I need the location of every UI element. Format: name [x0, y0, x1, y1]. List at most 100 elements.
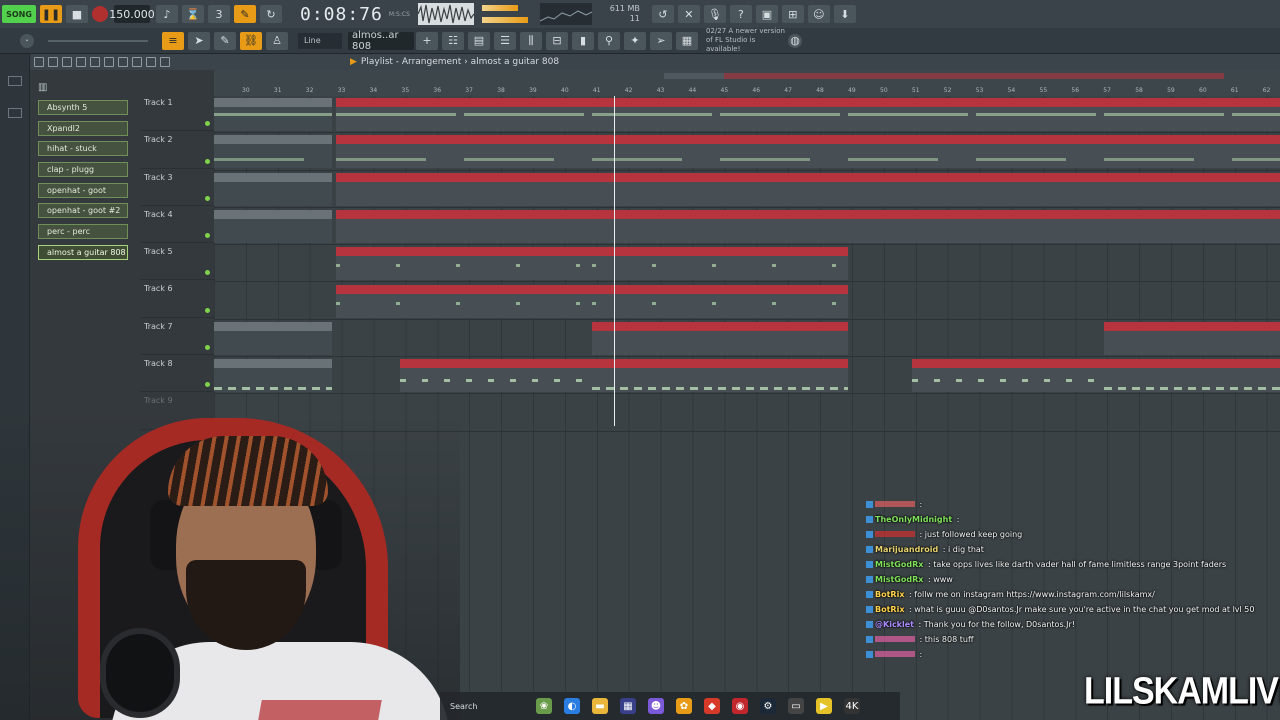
track-active-led[interactable]: [205, 345, 210, 351]
browser-icon[interactable]: ☰: [494, 31, 516, 50]
news-panel[interactable]: 02/27 A newer version of FL Studio is av…: [706, 27, 786, 54]
countdown-icon[interactable]: 3: [208, 5, 230, 23]
pattern-clip[interactable]: hihat - stuck: [592, 172, 848, 206]
track-header[interactable]: Track 7: [140, 318, 214, 356]
horizontal-scrollbar[interactable]: [664, 73, 724, 79]
pattern-select[interactable]: almos..ar 808: [348, 30, 414, 52]
chat-username[interactable]: [875, 651, 915, 657]
song-mode-toggle[interactable]: SONG: [2, 5, 36, 23]
folder-icon[interactable]: [8, 76, 22, 86]
fl-studio-icon[interactable]: ✿: [676, 698, 692, 714]
track-active-led[interactable]: [205, 270, 210, 276]
pattern-clip[interactable]: almost a guitar 808: [912, 359, 1104, 393]
pencil-tool-icon[interactable]: [48, 57, 58, 67]
download-icon[interactable]: ⬇: [833, 5, 856, 23]
pattern-clip[interactable]: clap - plugg: [214, 209, 332, 243]
pattern-clip[interactable]: clap - plugg: [848, 209, 1104, 243]
globe-icon[interactable]: ◍: [788, 33, 802, 48]
pattern-clip[interactable]: Absynth 5: [848, 98, 1104, 131]
chat-username[interactable]: [875, 531, 915, 537]
track-header[interactable]: Track 2: [140, 131, 214, 169]
track-header[interactable]: Track 4: [140, 206, 214, 244]
timeline-ruler[interactable]: 30 31 32 33 34 35 36 37 38 39 40 41 42 43 44 45 46 47 48 49…: [214, 70, 1280, 96]
copilot-icon[interactable]: ◐: [564, 698, 580, 714]
stop-button[interactable]: ■: [66, 5, 88, 23]
pattern-clip[interactable]: hihat - stuck: [336, 172, 592, 206]
pattern-clip[interactable]: perc - perc: [592, 321, 848, 355]
plugin-icon[interactable]: ⊟: [546, 31, 568, 50]
channel-rack-icon[interactable]: ☷: [442, 31, 464, 50]
delete-tool-icon[interactable]: [76, 57, 86, 67]
pattern-clip[interactable]: almost a guitar 808: [592, 359, 848, 393]
pattern-clip[interactable]: openhat - goot: [336, 247, 592, 281]
pattern-clip[interactable]: Xpandl2: [214, 135, 332, 169]
pattern-clip[interactable]: clap - plugg: [1104, 209, 1280, 243]
snap-magnet-icon[interactable]: [34, 57, 44, 67]
pattern-clip[interactable]: Xpandl2: [336, 135, 592, 169]
render-icon[interactable]: ⊞: [781, 5, 804, 23]
pattern-item[interactable]: Absynth 5: [38, 100, 128, 115]
track-lane[interactable]: Xpandl2 Xpandl2 Xpandl2 Xpandl2 Xpandl2: [214, 133, 1280, 171]
taskbar-search[interactable]: Search: [440, 702, 530, 711]
mixer-icon[interactable]: ✕: [677, 5, 700, 23]
track-header[interactable]: Track 8: [140, 355, 214, 393]
track-lane[interactable]: Absynth 5 Absynth 5 Absynth 5 Absynth 5 Absy…: [214, 96, 1280, 134]
pattern-clip[interactable]: hihat - stuck: [848, 172, 1104, 206]
chat-username[interactable]: MistGodRx: [875, 560, 923, 569]
clipboard-icon[interactable]: ▮: [572, 31, 594, 50]
pattern-item[interactable]: perc - perc: [38, 224, 128, 240]
pattern-clip[interactable]: Xpandl2: [848, 135, 1104, 169]
pattern-clip[interactable]: hihat - stuck: [214, 172, 332, 206]
pattern-item[interactable]: openhat - goot #2: [38, 203, 128, 219]
pattern-item[interactable]: openhat - goot: [38, 182, 128, 198]
record-button[interactable]: [92, 6, 108, 22]
track-lane[interactable]: openhat - goot #2 openhat - goot #2: [214, 283, 1280, 320]
store-icon[interactable]: ▦: [620, 698, 636, 714]
chat-username[interactable]: MistGodRx: [875, 575, 923, 584]
playlist-titlebar[interactable]: ▶ Playlist - Arrangement › almost a guita…: [30, 54, 1280, 70]
track-active-led[interactable]: [205, 158, 210, 164]
play-button[interactable]: ❚❚: [40, 5, 62, 23]
slice-tool-icon[interactable]: [118, 57, 128, 67]
pencil-icon[interactable]: ✎: [214, 31, 236, 50]
mute-tool-icon[interactable]: [90, 57, 100, 67]
pattern-clip[interactable]: perc - perc: [1104, 321, 1280, 355]
discord-icon[interactable]: ☻: [648, 698, 664, 714]
pattern-clip[interactable]: openhat - goot #2: [592, 284, 848, 318]
file-explorer-icon[interactable]: ▬: [592, 698, 608, 714]
track-lane[interactable]: clap - plugg clap - plugg clap - plugg clap…: [214, 208, 1280, 246]
pattern-clip[interactable]: openhat - goot: [592, 247, 848, 281]
playlist-icon[interactable]: ≡: [162, 31, 184, 50]
chat-username[interactable]: [875, 501, 915, 507]
link-icon[interactable]: ⛓: [240, 31, 262, 50]
track-active-led[interactable]: [205, 195, 210, 201]
chat-icon[interactable]: ☺: [807, 5, 830, 23]
4k-icon[interactable]: 4K: [844, 698, 860, 714]
master-pitch-slider[interactable]: [48, 39, 148, 42]
pattern-clip[interactable]: openhat - goot #2: [336, 284, 592, 318]
wand-icon[interactable]: ✦: [624, 31, 646, 50]
metronome-icon[interactable]: ♪: [156, 5, 178, 23]
chat-username[interactable]: @Kicklet: [875, 620, 914, 629]
track-active-led[interactable]: [205, 233, 210, 239]
pattern-clip[interactable]: almost a guitar 808: [1104, 359, 1280, 393]
pattern-clip[interactable]: almost a guitar 808: [400, 359, 592, 393]
arrow-icon[interactable]: ➤: [188, 31, 210, 50]
track-lane[interactable]: openhat - goot openhat - goot: [214, 245, 1280, 283]
folder-icon[interactable]: [8, 108, 22, 118]
send-icon[interactable]: ➢: [650, 31, 672, 50]
stamp-icon[interactable]: ♙: [266, 31, 288, 50]
pattern-clip[interactable]: Absynth 5: [336, 98, 592, 131]
brave-icon[interactable]: ◆: [704, 698, 720, 714]
playback-tool-icon[interactable]: [160, 57, 170, 67]
select-tool-icon[interactable]: [132, 57, 142, 67]
obs-icon[interactable]: ◉: [732, 698, 748, 714]
pattern-clip[interactable]: Xpandl2: [592, 135, 848, 169]
track-header[interactable]: Track 1: [140, 94, 214, 132]
track-lane[interactable]: almost a guitar 808 almost a guitar 808 al…: [214, 357, 1280, 395]
track-active-led[interactable]: [205, 382, 210, 388]
piano-roll-icon[interactable]: ▤: [468, 31, 490, 50]
pattern-clip[interactable]: hihat - stuck: [1104, 172, 1280, 206]
add-pattern-icon[interactable]: +: [416, 31, 438, 50]
microphone-icon[interactable]: ⚲: [598, 31, 620, 50]
